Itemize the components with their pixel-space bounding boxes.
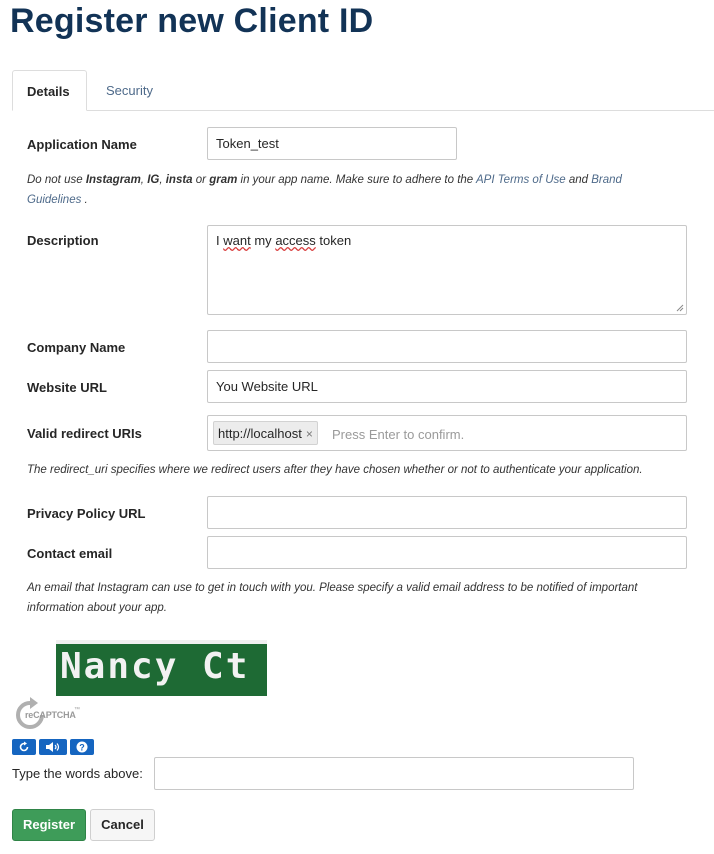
tab-security[interactable]: Security [92, 70, 167, 111]
recaptcha-logo: reCAPTCHA ™ [12, 697, 92, 733]
captcha-input-label: Type the words above: [12, 766, 143, 781]
help-icon: ? [76, 741, 88, 753]
register-button[interactable]: Register [12, 809, 86, 841]
captcha-word: Nancy Ct [60, 646, 250, 687]
resize-handle-icon[interactable] [676, 304, 684, 312]
remove-tag-icon[interactable]: × [306, 427, 313, 441]
privacy-policy-url-input[interactable] [207, 496, 687, 529]
brand-guidelines-link[interactable]: Guidelines [27, 194, 81, 206]
page-title: Register new Client ID [10, 2, 374, 40]
contact-email-help: An email that Instagram can use to get i… [27, 582, 638, 614]
privacy-policy-url-label: Privacy Policy URL [27, 506, 146, 521]
recaptcha-text: reCAPTCHA [25, 710, 76, 720]
recaptcha-tm: ™ [74, 707, 80, 713]
redirect-uri-tag-label: http://localhost [218, 426, 302, 441]
cancel-button[interactable]: Cancel [90, 809, 155, 841]
description-label: Description [27, 233, 99, 248]
application-name-help: Do not use Instagram, IG, insta or gram … [27, 174, 622, 206]
company-name-input[interactable] [207, 330, 687, 363]
captcha-input[interactable] [154, 757, 634, 790]
website-url-input[interactable] [207, 370, 687, 403]
application-name-input[interactable] [207, 127, 457, 160]
redirect-uri-tag: http://localhost × [213, 421, 318, 445]
refresh-icon [19, 741, 29, 752]
contact-email-input[interactable] [207, 536, 687, 569]
redirect-uris-help: The redirect_uri specifies where we redi… [27, 464, 643, 476]
application-name-label: Application Name [27, 137, 137, 152]
website-url-label: Website URL [27, 380, 107, 395]
captcha-audio-button[interactable] [39, 739, 67, 755]
redirect-uris-placeholder: Press Enter to confirm. [332, 427, 465, 442]
svg-text:?: ? [79, 743, 85, 753]
captcha-refresh-button[interactable] [12, 739, 36, 755]
description-textarea[interactable]: I want my access token [207, 225, 687, 315]
brand-link[interactable]: Brand [591, 174, 622, 186]
company-name-label: Company Name [27, 340, 126, 355]
captcha-image: Nancy Ct [56, 640, 267, 696]
captcha-help-button[interactable]: ? [70, 739, 94, 755]
tab-details[interactable]: Details [12, 70, 87, 111]
api-terms-link[interactable]: API Terms of Use [476, 174, 566, 186]
contact-email-label: Contact email [27, 546, 113, 561]
redirect-uris-label: Valid redirect URIs [27, 426, 142, 441]
speaker-icon [46, 742, 60, 752]
